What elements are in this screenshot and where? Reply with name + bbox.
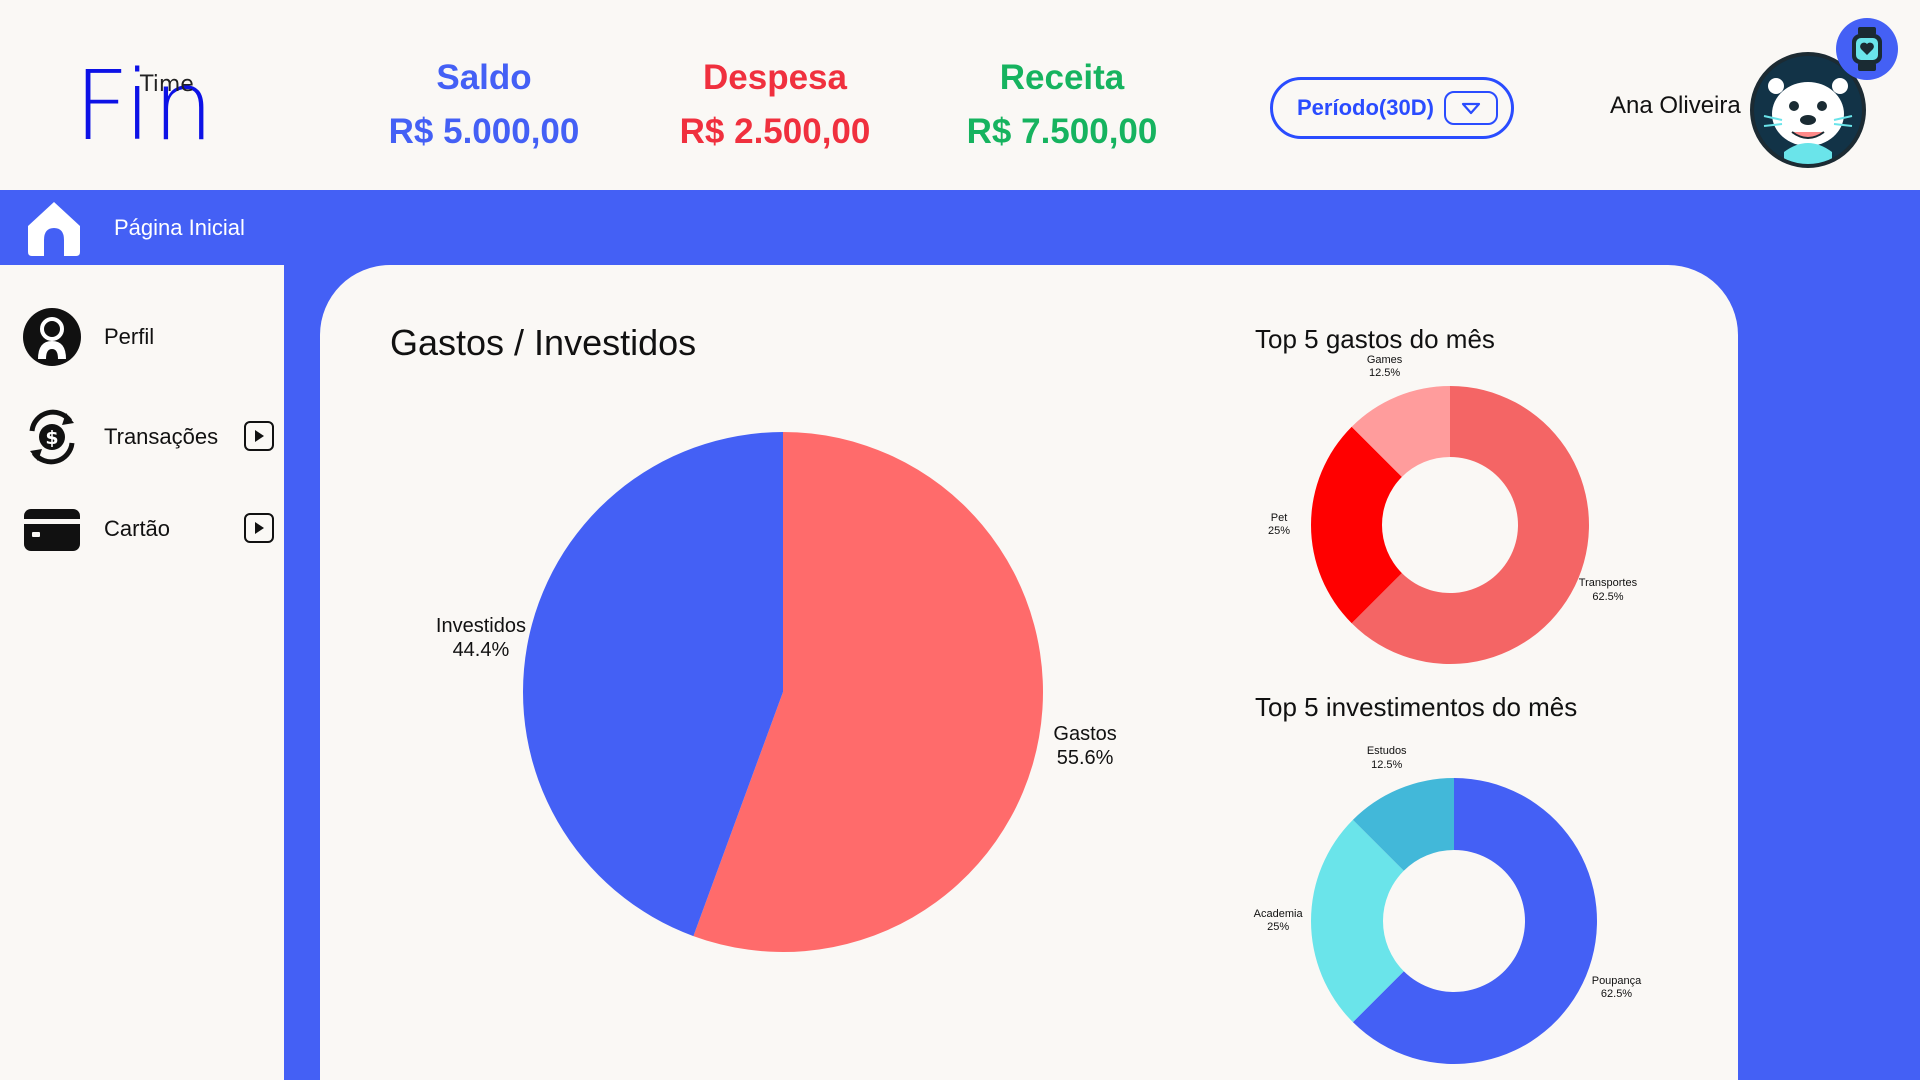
profile-icon (23, 308, 81, 366)
chart-title-gastos: Top 5 gastos do mês (1255, 324, 1495, 354)
period-dropdown-button[interactable] (1443, 91, 1498, 125)
header: Fin Time Saldo R$ 5.000,00 Despesa R$ 2.… (0, 0, 1920, 190)
sidebar-item-cartao[interactable]: Cartão (22, 497, 274, 561)
watch-badge[interactable] (1836, 18, 1898, 80)
stat-saldo-value: R$ 5.000,00 (388, 112, 580, 151)
dashboard-card (320, 265, 1738, 1080)
chart-title-investimentos: Top 5 investimentos do mês (1255, 692, 1578, 722)
slice-label-percent: 12.5% (1371, 758, 1403, 771)
stat-despesa-label: Despesa (703, 58, 847, 97)
period-label: Período(30D) (1297, 95, 1434, 120)
sidebar-expand-cartao[interactable] (244, 513, 274, 543)
stat-despesa: Despesa R$ 2.500,00 (645, 56, 905, 154)
nav-home-label: Página Inicial (114, 215, 245, 240)
sidebar-item-label: Transações (104, 424, 219, 449)
stat-receita-value: R$ 7.500,00 (966, 112, 1158, 151)
slice-label-name: Transportes (1578, 577, 1638, 590)
card-icon (24, 509, 80, 551)
slice-label-name: Gastos (1053, 722, 1117, 745)
chevron-down-icon (1461, 102, 1481, 115)
slice-label-name: Investidos (435, 615, 526, 638)
slice-label: Gastos 55.6% (1053, 722, 1116, 770)
sidebar-item-label: Perfil (104, 324, 155, 349)
slice-label-name: Pet (1270, 511, 1288, 524)
slice-label: Games 12.5% (1367, 354, 1402, 380)
sidebar-item-perfil[interactable]: Perfil (22, 305, 274, 369)
slice-label-percent: 44.4% (452, 639, 510, 662)
slice-label: Academia 25% (1254, 908, 1303, 934)
sidebar-expand-transacoes[interactable] (244, 421, 274, 451)
slice-label-percent: 12.5% (1368, 367, 1401, 380)
sidebar-item-label: Cartão (104, 516, 171, 541)
home-icon (28, 202, 80, 256)
top-nav-bar: Página Inicial (0, 190, 1920, 265)
stat-saldo: Saldo R$ 5.000,00 (354, 56, 614, 154)
smartwatch-heart-icon (1852, 27, 1882, 71)
period-select[interactable]: Período(30D) (1270, 77, 1514, 139)
slice-label: Estudos 12.5% (1367, 745, 1407, 771)
play-arrow-icon (255, 430, 264, 442)
slice-label: Investidos 44.4% (436, 614, 526, 662)
nav-home-link[interactable]: Página Inicial (24, 198, 245, 258)
slice-label-percent: 62.5% (1592, 590, 1624, 603)
page-title: Gastos / Investidos (390, 322, 697, 363)
stat-despesa-value: R$ 2.500,00 (679, 112, 871, 151)
slice-label-name: Academia (1253, 907, 1303, 920)
stat-receita-label: Receita (999, 58, 1125, 97)
sidebar-item-transacoes[interactable]: $ Transações (22, 405, 274, 469)
stat-receita: Receita R$ 7.500,00 (932, 56, 1192, 154)
slice-label-name: Estudos (1366, 745, 1407, 758)
slice-label-name: Poupança (1591, 975, 1642, 988)
logo-super-text: Time (140, 72, 194, 97)
slice-label-percent: 25% (1268, 525, 1291, 537)
slice-label: Transportes 62.5% (1579, 577, 1637, 603)
app-logo[interactable]: Fin Time (74, 58, 214, 158)
slice-label-name: Games (1366, 353, 1403, 366)
sidebar: Perfil $ Transações Cartão (0, 265, 284, 1080)
svg-text:$: $ (45, 427, 58, 449)
slice-label-percent: 25% (1267, 921, 1290, 933)
slice-label-percent: 62.5% (1600, 988, 1633, 1001)
slice-label: Poupança 62.5% (1592, 975, 1642, 1001)
stat-saldo-label: Saldo (436, 58, 532, 97)
slice-label-percent: 55.6% (1056, 746, 1114, 769)
play-arrow-icon (255, 522, 264, 534)
slice-label: Pet 25% (1268, 512, 1290, 538)
money-exchange-icon: $ (29, 409, 75, 465)
user-name: Ana Oliveira (1610, 92, 1741, 119)
